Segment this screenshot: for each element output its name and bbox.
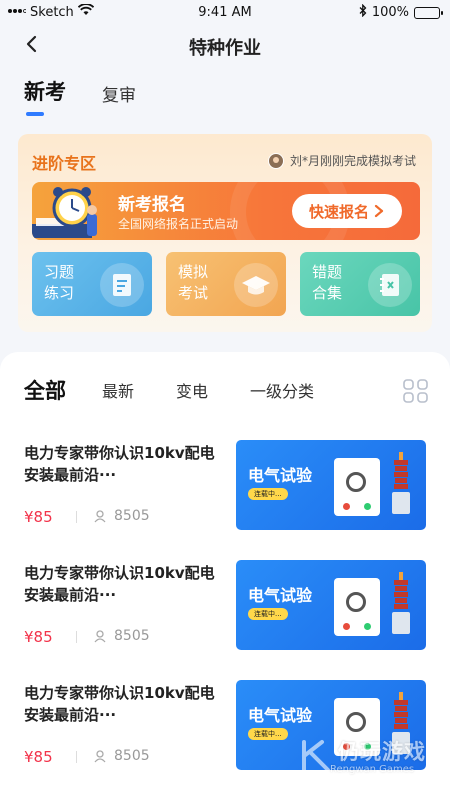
- course-item[interactable]: 电力专家带你认识10kv配电安装最前沿··· ¥85 8505 电气试验 连载中…: [24, 560, 426, 650]
- wrong-answers-card[interactable]: 错题 合集: [300, 252, 420, 316]
- quick-register-label: 快速报名: [308, 202, 369, 221]
- filter-latest[interactable]: 最新: [102, 378, 134, 402]
- category-grid-button[interactable]: [402, 379, 430, 403]
- document-icon: [100, 263, 144, 307]
- banner-title: 新考报名: [118, 195, 186, 215]
- quick-register-button[interactable]: 快速报名: [292, 194, 402, 228]
- student-count: 8505: [94, 748, 150, 764]
- user-icon: [94, 629, 106, 642]
- nav-bar: 特种作业: [0, 26, 450, 66]
- activity-notice: 刘*月刚刚完成模拟考试: [267, 152, 416, 169]
- watermark-text: 仍玩游戏: [338, 740, 426, 764]
- status-right: 100%: [359, 3, 443, 21]
- tab-new-exam[interactable]: 新考: [24, 76, 66, 116]
- course-price: ¥85: [24, 628, 53, 646]
- user-icon: [94, 749, 106, 762]
- chevron-right-icon: [374, 204, 384, 218]
- course-title: 电力专家带你认识10kv配电安装最前沿···: [24, 564, 215, 604]
- filter-substation[interactable]: 变电: [176, 378, 208, 402]
- student-count-value: 8505: [114, 508, 150, 524]
- tab-label: 复审: [102, 86, 136, 106]
- course-thumbnail: 电气试验 连载中...: [236, 560, 426, 650]
- serializing-badge: 连载中...: [248, 488, 288, 500]
- card-label-line2: 考试: [178, 284, 209, 302]
- divider: [76, 511, 77, 523]
- grid-icon: [403, 379, 428, 403]
- tab-underline: [26, 112, 44, 116]
- mock-exam-card[interactable]: 模拟 考试: [166, 252, 286, 316]
- thumbnail-title: 电气试验: [248, 466, 313, 485]
- avatar: [267, 152, 284, 169]
- battery-icon: [414, 6, 443, 19]
- test-device-icon: [334, 458, 380, 516]
- divider: [76, 631, 77, 643]
- advanced-zone: 进阶专区 刘*月刚刚完成模拟考试 新考报名 全国网络报名正式启动 快速报名 习题…: [18, 134, 432, 332]
- exercise-practice-card[interactable]: 习题 练习: [32, 252, 152, 316]
- filter-all[interactable]: 全部: [24, 367, 76, 405]
- filter-label: 全部: [24, 379, 66, 403]
- course-price: ¥85: [24, 508, 53, 526]
- student-count-value: 8505: [114, 748, 150, 764]
- notebook-icon: [368, 263, 412, 307]
- serializing-badge: 连载中...: [248, 728, 288, 740]
- filter-label: 最新: [102, 382, 135, 401]
- student-count: 8505: [94, 508, 150, 524]
- watermark-subtext: Rengwan Games: [330, 764, 415, 775]
- filter-label: 变电: [176, 382, 209, 401]
- graduation-cap-icon: [234, 263, 278, 307]
- watermark: 仍玩游戏 Rengwan Games: [300, 736, 440, 786]
- card-label: 模拟 考试: [178, 262, 214, 304]
- test-device-icon: [334, 578, 380, 636]
- status-bar: Sketch 9:41 AM 100%: [0, 0, 450, 26]
- filter-first-level[interactable]: 一级分类: [250, 378, 314, 402]
- course-title: 电力专家带你认识10kv配电安装最前沿···: [24, 444, 215, 484]
- watermark-logo-icon: [302, 740, 330, 772]
- student-count: 8505: [94, 628, 150, 644]
- activity-notice-text: 刘*月刚刚完成模拟考试: [289, 154, 416, 168]
- page-title: 特种作业: [189, 38, 261, 59]
- alarm-clock-illustration-icon: [32, 187, 97, 238]
- card-label-line2: 练习: [44, 284, 75, 302]
- card-label: 习题 练习: [44, 262, 80, 304]
- exam-tabs: 新考 复审: [24, 76, 136, 116]
- thumbnail-title: 电气试验: [248, 586, 313, 605]
- card-label: 错题 合集: [312, 262, 348, 304]
- course-thumbnail: 电气试验 连载中...: [236, 440, 426, 530]
- transformer-icon: [392, 452, 410, 514]
- card-label-line1: 习题: [44, 263, 75, 281]
- filter-label: 一级分类: [250, 382, 315, 401]
- category-filter-bar: 全部 最新 变电 一级分类: [24, 367, 450, 410]
- tab-label: 新考: [24, 80, 66, 104]
- thumbnail-title: 电气试验: [248, 706, 313, 725]
- card-label-line1: 模拟: [178, 263, 209, 281]
- bluetooth-icon: [359, 3, 367, 21]
- serializing-badge: 连载中...: [248, 608, 288, 620]
- battery-label: 100%: [371, 5, 409, 20]
- advanced-zone-title: 进阶专区: [32, 154, 97, 173]
- tab-review[interactable]: 复审: [102, 81, 136, 106]
- quick-entry-cards: 习题练习 模拟考试 错题合集: [32, 252, 420, 316]
- card-label-line1: 错题: [312, 263, 343, 281]
- course-item[interactable]: 电力专家带你认识10kv配电安装最前沿··· ¥85 8505 电气试验 连载中…: [24, 440, 426, 530]
- course-price: ¥85: [24, 748, 53, 766]
- transformer-icon: [392, 572, 410, 634]
- card-label-line2: 合集: [312, 284, 343, 302]
- course-title: 电力专家带你认识10kv配电安装最前沿···: [24, 684, 215, 724]
- divider: [76, 751, 77, 763]
- banner-subtitle: 全国网络报名正式启动: [118, 217, 239, 231]
- student-count-value: 8505: [114, 628, 150, 644]
- registration-banner[interactable]: 新考报名 全国网络报名正式启动 快速报名: [32, 182, 420, 240]
- user-icon: [94, 509, 106, 522]
